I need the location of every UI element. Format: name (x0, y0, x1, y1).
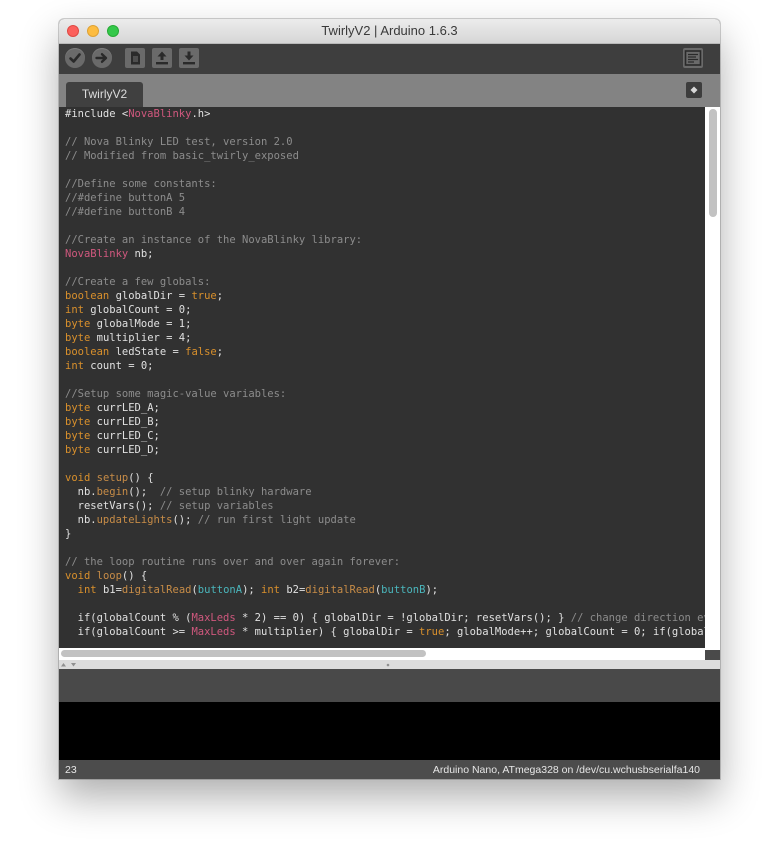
upload-icon (95, 53, 108, 63)
window-title: TwirlyV2 | Arduino 1.6.3 (321, 23, 458, 38)
tab-menu-button[interactable] (686, 82, 702, 98)
open-icon (156, 51, 168, 65)
console-output[interactable] (59, 702, 720, 760)
code-text[interactable]: #include <NovaBlinky.h> // Nova Blinky L… (65, 107, 705, 639)
collapse-down-icon[interactable] (71, 663, 76, 667)
collapse-up-icon[interactable] (61, 663, 66, 667)
save-sketch-button[interactable] (179, 48, 199, 68)
grip-icon (386, 663, 390, 667)
horizontal-scrollbar[interactable] (59, 648, 705, 660)
new-sketch-button[interactable] (125, 48, 145, 68)
arduino-ide-window: TwirlyV2 | Arduino 1.6.3 TwirlyV2 #inclu… (59, 19, 720, 779)
toolbar (59, 44, 720, 74)
serial-monitor-icon (684, 50, 702, 66)
upload-button[interactable] (92, 48, 112, 68)
tab-strip: TwirlyV2 (59, 74, 720, 107)
new-file-icon (131, 51, 140, 65)
board-port-info: Arduino Nano, ATmega328 on /dev/cu.wchus… (432, 764, 700, 776)
vertical-scroll-thumb[interactable] (709, 109, 717, 217)
vertical-scrollbar[interactable] (705, 107, 720, 650)
save-icon (183, 51, 195, 65)
verify-icon (69, 53, 81, 63)
horizontal-scroll-thumb[interactable] (61, 650, 426, 657)
split-pane-divider[interactable] (59, 660, 720, 669)
verify-button[interactable] (65, 48, 85, 68)
line-number: 23 (65, 764, 77, 776)
message-area (59, 669, 720, 702)
status-bar: 23 Arduino Nano, ATmega328 on /dev/cu.wc… (59, 760, 720, 779)
serial-monitor-button[interactable] (683, 48, 703, 68)
tab-twirlyv2[interactable]: TwirlyV2 (66, 82, 143, 107)
code-editor[interactable]: #include <NovaBlinky.h> // Nova Blinky L… (59, 107, 705, 650)
tab-menu-icon (690, 86, 698, 94)
title-bar[interactable]: TwirlyV2 | Arduino 1.6.3 (59, 19, 720, 44)
open-sketch-button[interactable] (152, 48, 172, 68)
